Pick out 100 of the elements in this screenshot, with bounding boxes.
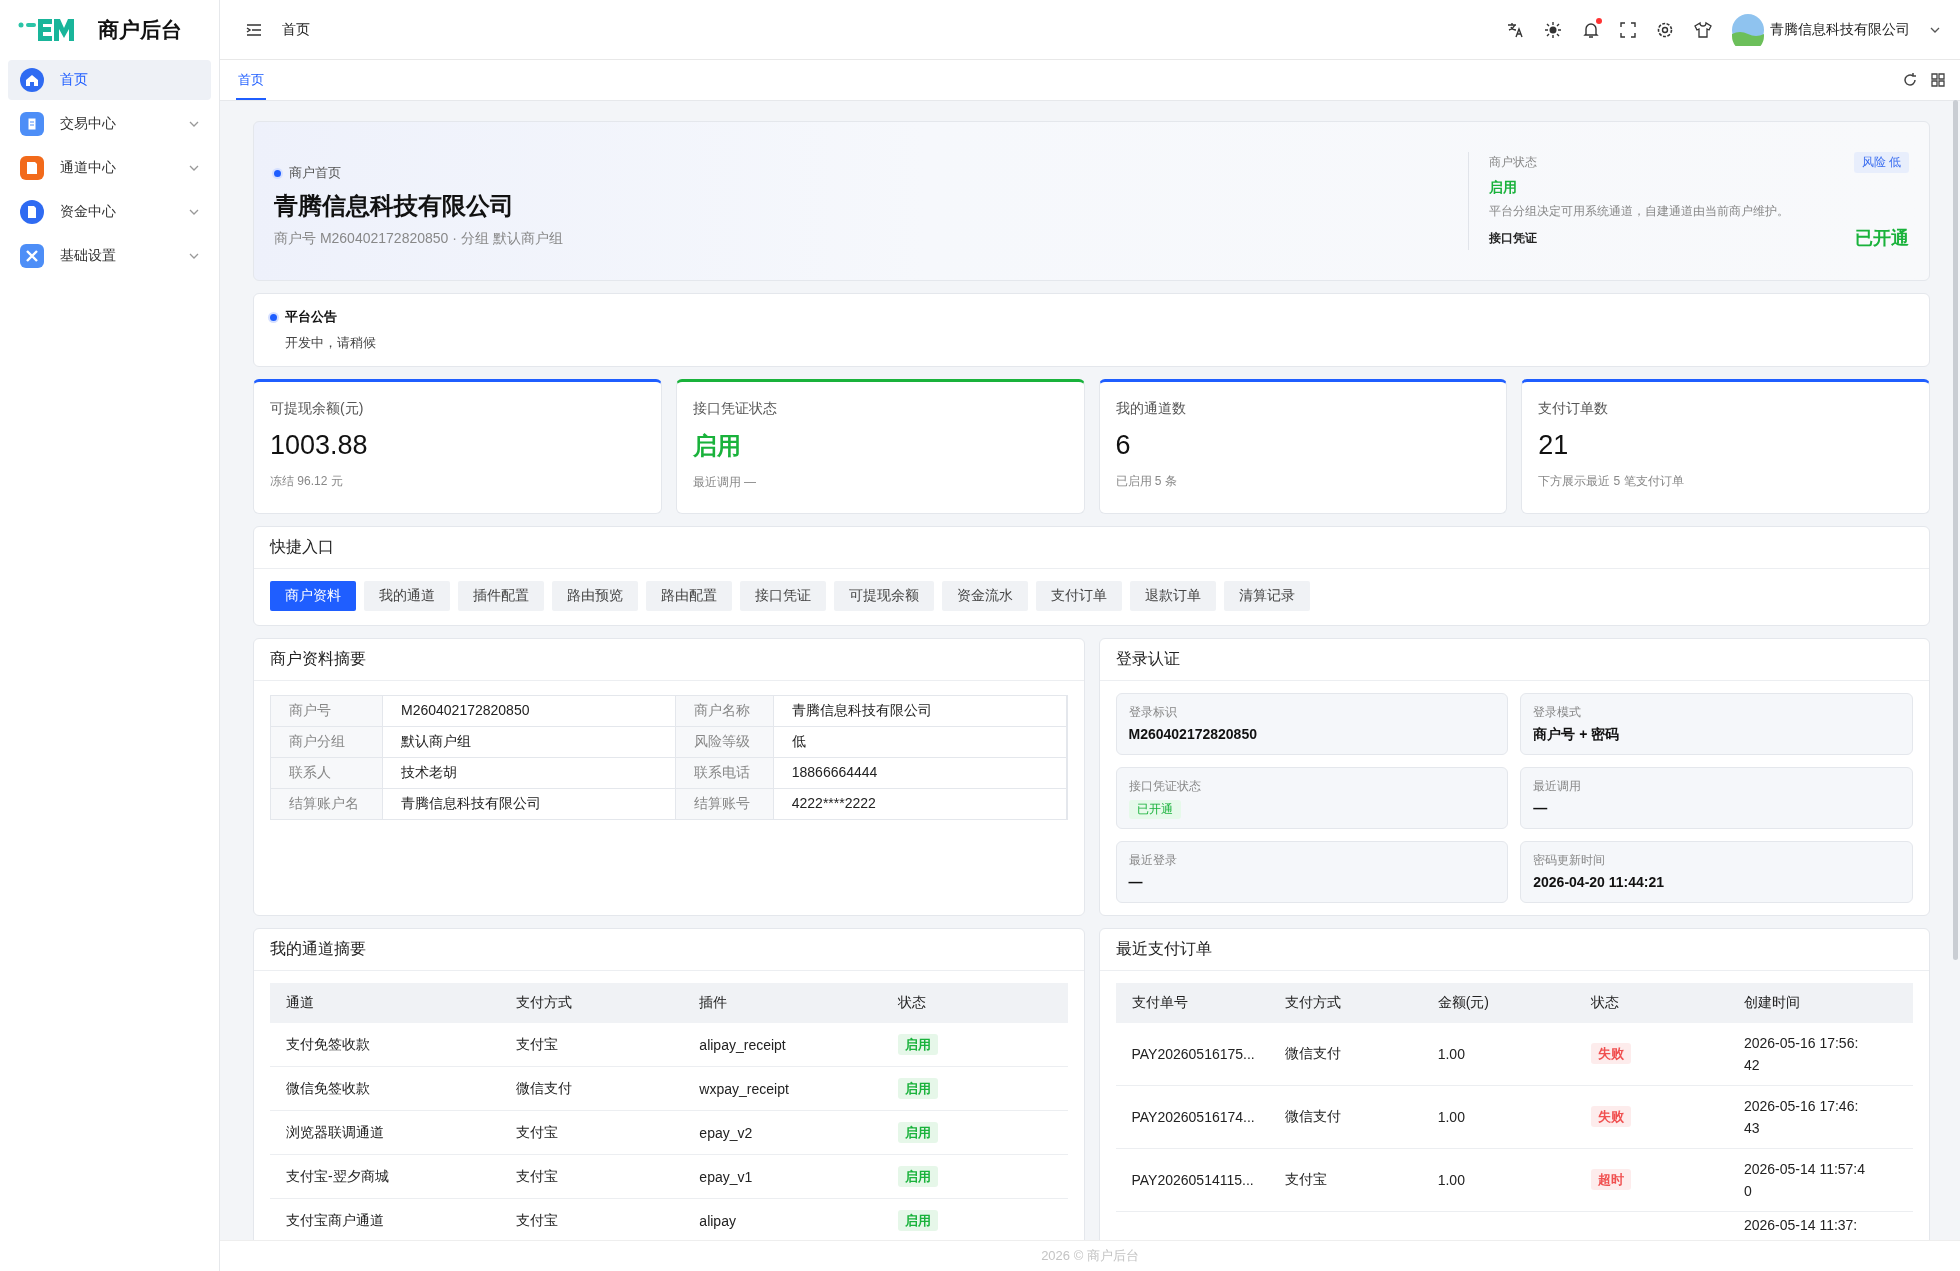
table-cell-text: epay_v2 bbox=[699, 1124, 754, 1141]
stat-note: 已启用 5 条 bbox=[1115, 473, 1178, 490]
stat-note: 下方展示最近 5 笔支付订单 bbox=[1538, 473, 1685, 490]
merchant-title: 青腾信息科技有限公司 bbox=[274, 191, 515, 221]
breadcrumb[interactable]: 首页 bbox=[282, 20, 310, 39]
quick-entry-button[interactable]: 支付订单 bbox=[1036, 581, 1122, 611]
eyebrow-label: 商户首页 bbox=[289, 164, 341, 182]
bullet-icon bbox=[270, 313, 277, 321]
column-header: 状态 bbox=[898, 994, 928, 1012]
translate-icon[interactable] bbox=[1506, 20, 1524, 39]
table-cell-text: 2026-05-16 17:46:43 bbox=[1743, 1097, 1860, 1138]
table-cell: 青腾信息科技有限公司 bbox=[383, 789, 676, 820]
quick-entry-button[interactable]: 接口凭证 bbox=[740, 581, 826, 611]
table-cell: 青腾信息科技有限公司 bbox=[773, 696, 1067, 727]
menu-icon[interactable] bbox=[246, 22, 262, 37]
stat-value: 21 bbox=[1538, 430, 1570, 461]
shirt-icon[interactable] bbox=[1694, 20, 1712, 39]
fullscreen-icon[interactable] bbox=[1620, 21, 1636, 38]
table-cell: PAY20260516174... bbox=[1131, 1109, 1255, 1125]
home-icon bbox=[20, 68, 44, 92]
scrollbar-thumb[interactable] bbox=[1953, 100, 1958, 960]
sidebar-item[interactable]: 交易中心 bbox=[8, 104, 211, 144]
quick-entry-button[interactable]: 退款订单 bbox=[1130, 581, 1216, 611]
table-cell-text: 支付宝-翌夕商城 bbox=[286, 1167, 390, 1186]
chevron-icon bbox=[189, 209, 199, 215]
status-badge: 启用 bbox=[898, 1209, 939, 1231]
status-badge: 失败 bbox=[1590, 1043, 1631, 1064]
stat-value: 启用 bbox=[692, 431, 742, 461]
sidebar-item[interactable]: 基础设置 bbox=[8, 236, 211, 276]
chevron-icon bbox=[189, 121, 199, 127]
page-tab[interactable]: 首页 bbox=[236, 60, 266, 100]
status-badge: 超时 bbox=[1590, 1169, 1631, 1190]
quick-entry-button[interactable]: 资金流水 bbox=[942, 581, 1028, 611]
sidebar-item[interactable]: 资金中心 bbox=[8, 192, 211, 232]
grid-icon[interactable] bbox=[1930, 72, 1946, 88]
status-badge: 启用 bbox=[898, 1121, 939, 1143]
table-cell: 商户号 bbox=[271, 696, 383, 727]
table-cell: 默认商户组 bbox=[383, 727, 676, 758]
column-header: 金额(元) bbox=[1437, 994, 1490, 1012]
settings-icon[interactable] bbox=[1656, 20, 1674, 39]
table-cell-text: 支付宝商户通道 bbox=[286, 1211, 385, 1230]
table-cell: 1.00 bbox=[1437, 1046, 1465, 1062]
tile-value: — bbox=[1128, 874, 1143, 890]
table-cell: 商户分组 bbox=[271, 727, 383, 758]
status-badge: 启用 bbox=[898, 1165, 939, 1187]
table-cell-text: 2026-05-14 11:37: bbox=[1743, 1216, 1859, 1235]
bell-icon[interactable] bbox=[1582, 20, 1600, 39]
sidebar-item[interactable]: 通道中心 bbox=[8, 148, 211, 188]
table-cell-text: epay_v1 bbox=[699, 1168, 754, 1185]
section-title: 快捷入口 bbox=[254, 527, 1929, 569]
tile-label: 接口凭证状态 bbox=[1128, 778, 1201, 795]
tile-label: 密码更新时间 bbox=[1533, 852, 1606, 869]
quick-entry-button[interactable]: 可提现余额 bbox=[834, 581, 934, 611]
clipboard-icon bbox=[20, 112, 44, 136]
status-badge: 启用 bbox=[898, 1033, 939, 1055]
column-header: 创建时间 bbox=[1743, 994, 1801, 1012]
quick-entry-button[interactable]: 路由预览 bbox=[552, 581, 638, 611]
chevron-icon[interactable] bbox=[1930, 26, 1940, 33]
announcement-text: 开发中，请稍候 bbox=[284, 334, 377, 352]
section-title: 我的通道摘要 bbox=[254, 929, 1084, 971]
user-name[interactable]: 青腾信息科技有限公司 bbox=[1770, 20, 1910, 39]
table-cell-text: 支付宝 bbox=[515, 1035, 559, 1054]
tile-label: 最近调用 bbox=[1533, 778, 1582, 795]
table-cell: 风险等级 bbox=[675, 727, 774, 758]
tile-value: — bbox=[1533, 800, 1548, 816]
status-badge: 失败 bbox=[1590, 1106, 1631, 1127]
column-header: 插件 bbox=[699, 994, 729, 1012]
refresh-icon[interactable] bbox=[1902, 72, 1918, 88]
table-cell: 联系电话 bbox=[675, 758, 774, 789]
status-label: 商户状态 bbox=[1489, 154, 1537, 171]
section-title: 登录认证 bbox=[1099, 639, 1929, 681]
column-header: 支付方式 bbox=[1284, 994, 1342, 1012]
stat-label: 我的通道数 bbox=[1115, 400, 1187, 418]
footer-text: 2026 © 商户后台 bbox=[1041, 1247, 1139, 1265]
stat-label: 可提现余额(元) bbox=[270, 400, 365, 418]
quick-entry-button[interactable]: 路由配置 bbox=[646, 581, 732, 611]
quick-entry-button[interactable]: 清算记录 bbox=[1224, 581, 1310, 611]
bullet-icon bbox=[274, 169, 281, 177]
table-cell: PAY20260516175... bbox=[1131, 1046, 1255, 1062]
sidebar-item[interactable]: 首页 bbox=[8, 60, 211, 100]
table-cell: 1.00 bbox=[1437, 1172, 1465, 1188]
chevron-icon bbox=[189, 165, 199, 171]
table-cell: 1.00 bbox=[1437, 1109, 1465, 1125]
table-cell: 低 bbox=[773, 727, 1067, 758]
status-badge: 已开通 bbox=[1128, 800, 1181, 819]
quick-entry-button[interactable]: 我的通道 bbox=[364, 581, 450, 611]
quick-entry-button[interactable]: 商户资料 bbox=[270, 581, 356, 611]
table-cell-text: 微信支付 bbox=[515, 1079, 573, 1098]
quick-entry-button[interactable]: 插件配置 bbox=[458, 581, 544, 611]
table-cell-text: alipay_receipt bbox=[699, 1036, 787, 1053]
stat-label: 接口凭证状态 bbox=[692, 400, 778, 418]
table-cell: 18866664444 bbox=[773, 758, 1067, 789]
status-note: 平台分组决定可用系统通道，自建通道由当前商户维护。 bbox=[1489, 203, 1790, 220]
table-cell: 微信支付 bbox=[1284, 1108, 1341, 1124]
sun-icon[interactable] bbox=[1544, 20, 1562, 39]
table-cell: 结算账户名 bbox=[271, 789, 383, 820]
tile-label: 登录模式 bbox=[1533, 704, 1582, 721]
merchant-subtitle: 商户号 M260402172820850 · 分组 默认商户组 bbox=[274, 230, 564, 248]
stat-value: 6 bbox=[1115, 430, 1132, 461]
table-cell-text: 支付宝 bbox=[515, 1123, 559, 1142]
